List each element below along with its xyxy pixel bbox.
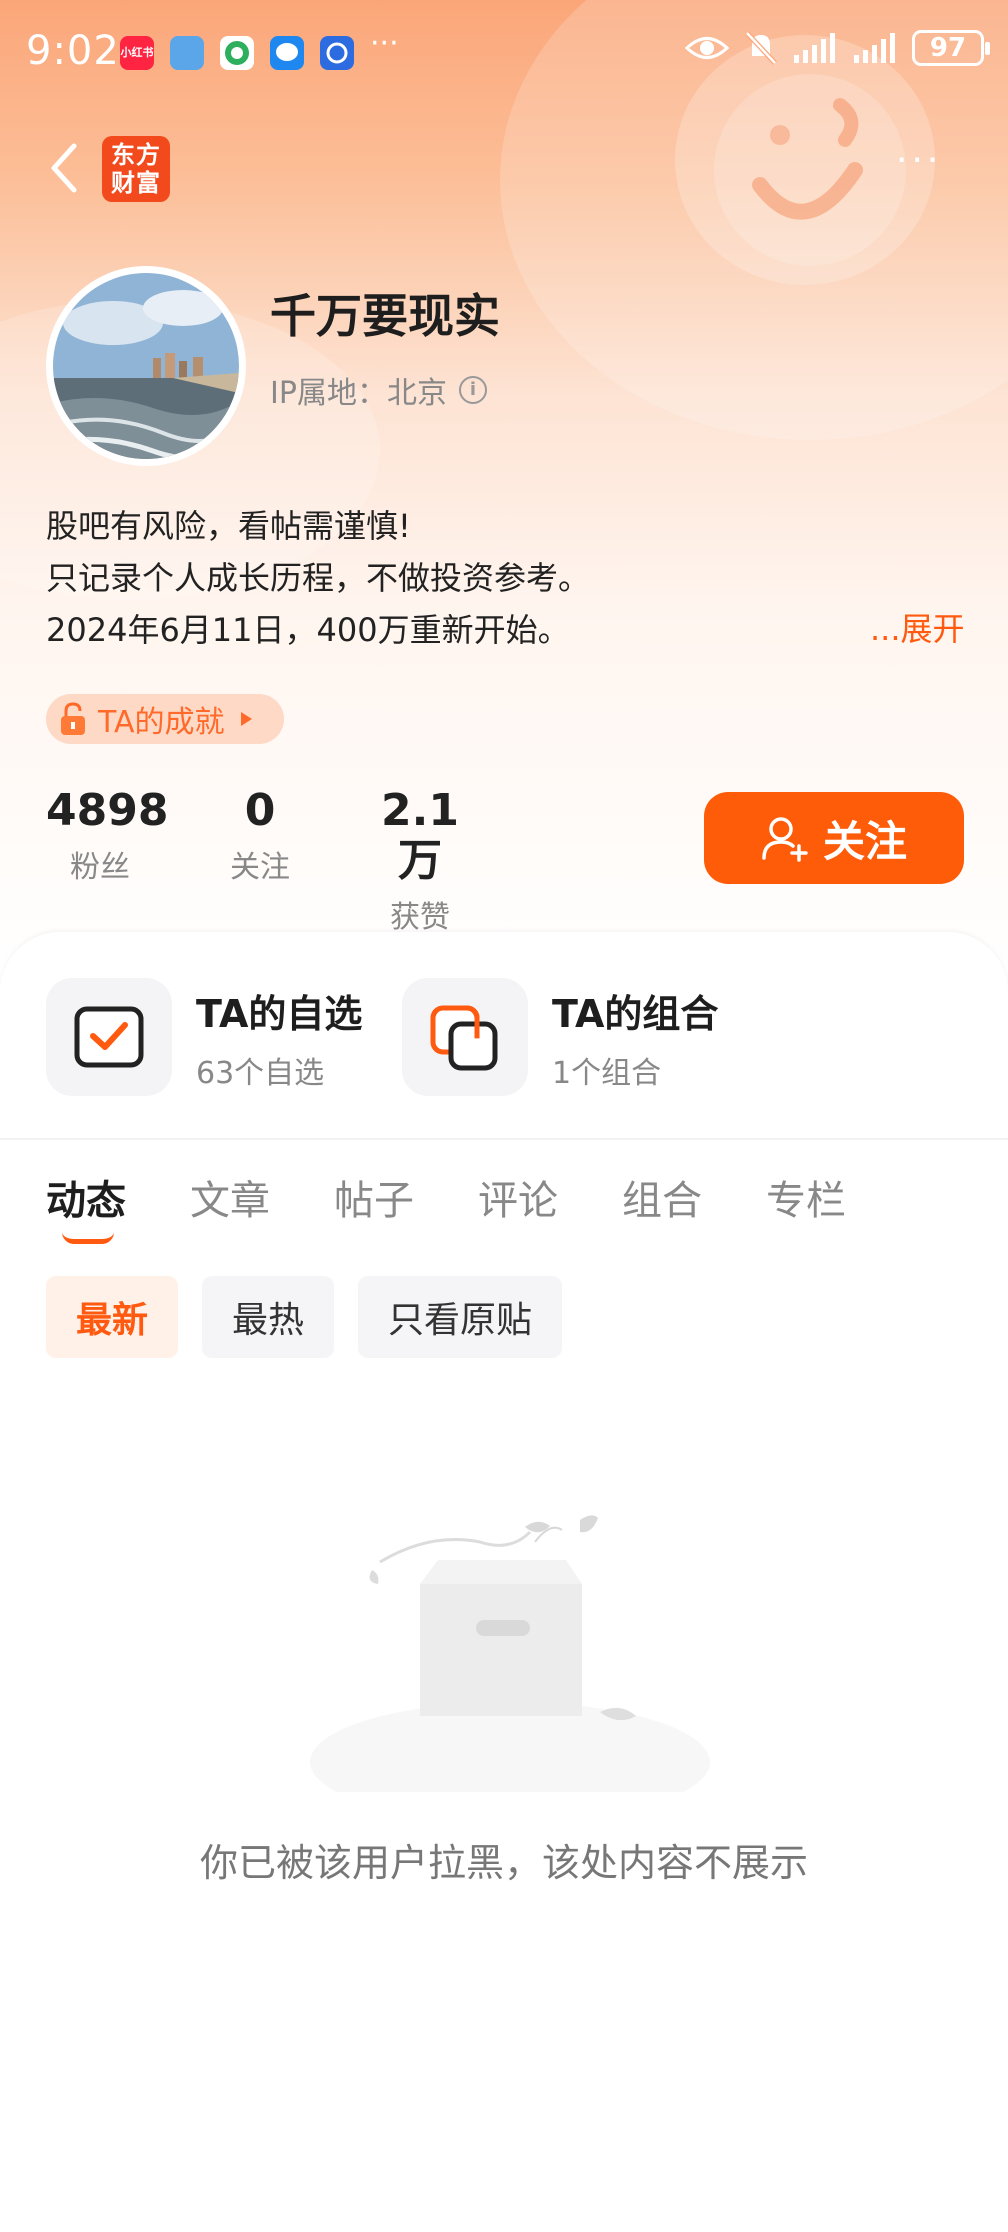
stat-label: 关注	[230, 850, 290, 885]
bio-line: 股吧有风险，看帖需谨慎!	[46, 507, 411, 545]
info-icon[interactable]: i	[458, 376, 487, 404]
watchlist-shortcut[interactable]: TA的自选 63个自选	[46, 978, 362, 1096]
achievement-button[interactable]: TA的成就	[46, 694, 284, 744]
browser-icon	[220, 36, 254, 70]
achievement-label: TA的成就	[98, 705, 225, 740]
stat-followers[interactable]: 4898 粉丝	[46, 785, 169, 886]
logo-line-2: 财富	[111, 169, 161, 197]
logo-line-1: 东方	[111, 141, 161, 169]
filter-hottest[interactable]: 最热	[202, 1276, 335, 1358]
mascot-watermark-icon	[714, 74, 906, 266]
stat-label: 粉丝	[70, 850, 130, 885]
more-options-icon[interactable]: ···	[896, 140, 942, 181]
follow-button-label: 关注	[822, 816, 907, 866]
filter-latest[interactable]: 最新	[46, 1276, 179, 1358]
app-icon-blue-2	[320, 36, 354, 70]
bio-line: 只记录个人成长历程，不做投资参考。	[46, 559, 591, 597]
status-overflow-icon: ···	[370, 26, 399, 61]
empty-box-illustration	[310, 1515, 710, 1792]
signal-icon-2	[854, 33, 895, 63]
lock-icon	[61, 702, 85, 735]
tab-posts[interactable]: 帖子	[334, 1168, 414, 1226]
signal-icon	[794, 33, 835, 63]
divider	[0, 1138, 1008, 1140]
tab-columns[interactable]: 专栏	[766, 1168, 846, 1226]
add-user-icon	[762, 817, 808, 862]
tab-articles[interactable]: 文章	[190, 1168, 270, 1226]
stat-value: 0	[244, 785, 276, 836]
play-arrow-icon	[240, 712, 252, 726]
portfolio-count: 1个组合	[552, 1055, 662, 1091]
back-arrow-icon[interactable]	[44, 138, 84, 198]
filter-chips: 最新 最热 只看原贴	[46, 1276, 563, 1358]
mute-bell-icon	[745, 31, 777, 65]
stat-following[interactable]: 0 关注	[210, 786, 310, 886]
tab-dynamics[interactable]: 动态	[46, 1168, 126, 1226]
follow-button[interactable]: 关注	[704, 792, 964, 884]
user-bio: 股吧有风险，看帖需谨慎! 只记录个人成长历程，不做投资参考。 2024年6月11…	[46, 500, 966, 656]
stat-value: 2.1万	[381, 785, 459, 886]
eye-icon	[684, 37, 730, 59]
avatar-image	[53, 273, 239, 459]
status-right-group: 97	[684, 30, 990, 66]
ip-location: IP属地：北京 i	[270, 368, 487, 412]
portfolio-title: TA的组合	[552, 991, 719, 1036]
portfolio-icon	[402, 978, 528, 1096]
stats-row: 4898 粉丝 0 关注 2.1万 获赞	[0, 785, 560, 936]
avatar[interactable]	[46, 266, 246, 466]
watchlist-count: 63个自选	[196, 1055, 325, 1091]
ip-location-text: IP属地：北京	[270, 376, 447, 411]
user-name: 千万要现实	[270, 289, 500, 343]
active-tab-indicator	[62, 1232, 114, 1244]
status-time: 9:02	[26, 28, 120, 74]
stat-label: 获赞	[390, 900, 450, 935]
stat-value: 4898	[46, 785, 169, 836]
stat-likes[interactable]: 2.1万 获赞	[360, 786, 480, 936]
status-bar: 9:02 小红书 ··· 97	[0, 22, 1008, 82]
app-icon-blue	[170, 36, 204, 70]
expand-bio-link[interactable]: ...展开	[870, 604, 965, 650]
eastmoney-logo[interactable]: 东方 财富	[102, 136, 170, 202]
watchlist-icon	[46, 978, 172, 1096]
blocked-message: 你已被该用户拉黑，该处内容不展示	[199, 1841, 808, 1885]
watchlist-title: TA的自选	[196, 991, 363, 1036]
portfolio-shortcut[interactable]: TA的组合 1个组合	[402, 978, 718, 1096]
tab-portfolios[interactable]: 组合	[622, 1168, 702, 1226]
tab-comments[interactable]: 评论	[478, 1168, 558, 1226]
filter-original-only[interactable]: 只看原贴	[358, 1276, 563, 1358]
message-icon	[270, 36, 304, 70]
content-tabs: 动态 文章 帖子 评论 组合 专栏	[0, 1168, 1008, 1248]
bio-line: 2024年6月11日，400万重新开始。	[46, 611, 570, 649]
battery-indicator: 97	[912, 30, 990, 66]
content-card: TA的自选 63个自选 TA的组合 1个组合 动态 文章 帖子 评论 组合 专栏…	[0, 932, 1008, 2232]
xiaohongshu-icon: 小红书	[120, 36, 154, 70]
